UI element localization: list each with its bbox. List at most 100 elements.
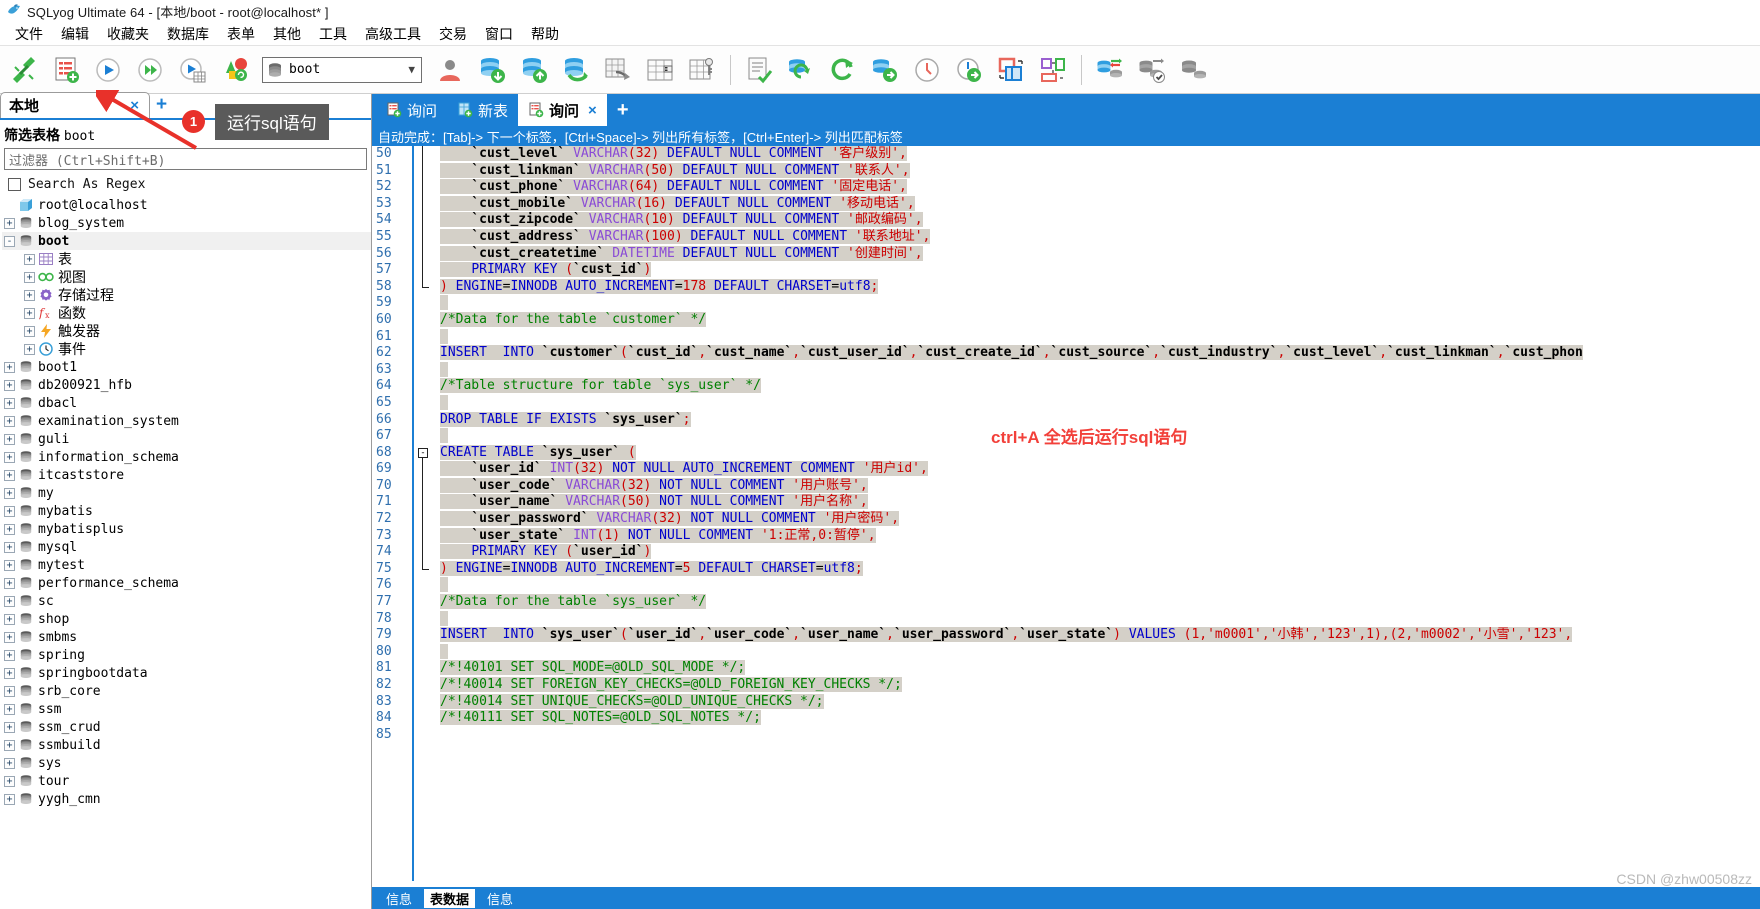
- tab-new-table[interactable]: 新表: [447, 94, 518, 126]
- fold-toggle-icon[interactable]: -: [418, 447, 428, 458]
- tree-node-shop[interactable]: + shop: [2, 610, 371, 628]
- tree-node-mybatis[interactable]: + mybatis: [2, 502, 371, 520]
- expand-icon[interactable]: +: [24, 307, 35, 319]
- tree-node-sc[interactable]: + sc: [2, 592, 371, 610]
- expand-icon[interactable]: +: [4, 559, 15, 571]
- expand-icon[interactable]: +: [4, 685, 15, 697]
- expand-icon[interactable]: +: [4, 451, 15, 463]
- tree-node-mysql[interactable]: + mysql: [2, 538, 371, 556]
- collapse-icon[interactable]: -: [4, 235, 15, 247]
- refresh-icon[interactable]: [823, 50, 863, 90]
- tree-node--[interactable]: + 存储过程: [2, 286, 371, 304]
- expand-icon[interactable]: +: [4, 775, 15, 787]
- code-line[interactable]: `user_state` INT(1) NOT NULL COMMENT '1:…: [440, 527, 1760, 545]
- code-line[interactable]: PRIMARY KEY (`cust_id`): [440, 262, 1760, 279]
- expand-icon[interactable]: +: [4, 217, 15, 229]
- expand-icon[interactable]: +: [4, 739, 15, 751]
- search-as-regex-checkbox[interactable]: [8, 178, 21, 191]
- database-tree[interactable]: root@localhost + blog_system - boot + 表 + 视图 + 存储过…: [0, 196, 371, 808]
- tree-node-springbootdata[interactable]: + springbootdata: [2, 664, 371, 682]
- expand-icon[interactable]: +: [4, 523, 15, 535]
- tree-node-mytest[interactable]: + mytest: [2, 556, 371, 574]
- menu-edit[interactable]: 编辑: [52, 22, 98, 46]
- table-diagnostics-icon[interactable]: [739, 50, 779, 90]
- code-line[interactable]: [440, 610, 1760, 628]
- tree-node--[interactable]: + f x 函数: [2, 304, 371, 322]
- expand-icon[interactable]: +: [24, 271, 35, 283]
- data-sync-icon[interactable]: [1090, 50, 1130, 90]
- code-line[interactable]: [440, 727, 1760, 744]
- tree-node-dbacl[interactable]: + dbacl: [2, 394, 371, 412]
- code-line[interactable]: ) ENGINE=INNODB AUTO_INCREMENT=5 DEFAULT…: [440, 560, 1760, 578]
- tree-node-ssmbuild[interactable]: + ssmbuild: [2, 736, 371, 754]
- tree-node-performance_schema[interactable]: + performance_schema: [2, 574, 371, 592]
- menu-table[interactable]: 表单: [218, 22, 264, 46]
- code-line[interactable]: `cust_address` VARCHAR(100) DEFAULT NULL…: [440, 228, 1760, 246]
- expand-icon[interactable]: +: [24, 343, 35, 355]
- search-as-regex-row[interactable]: Search As Regex: [0, 170, 371, 196]
- code-line[interactable]: INSERT INTO `sys_user`(`user_id`,`user_c…: [440, 627, 1760, 644]
- execute-all-queries-icon[interactable]: [130, 50, 170, 90]
- code-line[interactable]: [440, 328, 1760, 346]
- expand-icon[interactable]: +: [4, 397, 15, 409]
- user-manager-icon[interactable]: [430, 50, 470, 90]
- tree-node-mybatisplus[interactable]: + mybatisplus: [2, 520, 371, 538]
- expand-icon[interactable]: +: [4, 595, 15, 607]
- tree-node-root-localhost[interactable]: root@localhost: [2, 196, 371, 214]
- code-fold-column[interactable]: -: [414, 146, 436, 881]
- tree-node-ssm_crud[interactable]: + ssm_crud: [2, 718, 371, 736]
- code-line[interactable]: /*Data for the table `customer` */: [440, 311, 1760, 329]
- code-line[interactable]: [440, 295, 1760, 312]
- filter-input[interactable]: 过滤器 (Ctrl+Shift+B): [4, 148, 367, 170]
- export-as-csv-icon[interactable]: [598, 50, 638, 90]
- tree-node-yygh_cmn[interactable]: + yygh_cmn: [2, 790, 371, 808]
- tree-node-srb_core[interactable]: + srb_core: [2, 682, 371, 700]
- menu-database[interactable]: 数据库: [158, 22, 218, 46]
- expand-icon[interactable]: +: [4, 505, 15, 517]
- close-icon[interactable]: ×: [588, 102, 597, 119]
- code-line[interactable]: `user_code` VARCHAR(32) NOT NULL COMMENT…: [440, 477, 1760, 495]
- tree-node-sys[interactable]: + sys: [2, 754, 371, 772]
- expand-icon[interactable]: +: [24, 325, 35, 337]
- object-browser-layout-icon[interactable]: [1033, 50, 1073, 90]
- result-tab-table-data[interactable]: 表数据: [424, 888, 476, 908]
- tree-node--[interactable]: + 触发器: [2, 322, 371, 340]
- refresh-objects-icon[interactable]: [214, 50, 254, 90]
- import-external-data-icon[interactable]: [640, 50, 680, 90]
- code-line[interactable]: [440, 577, 1760, 594]
- expand-icon[interactable]: +: [4, 577, 15, 589]
- code-line[interactable]: [440, 394, 1760, 412]
- expand-icon[interactable]: +: [24, 289, 35, 301]
- code-line[interactable]: `cust_linkman` VARCHAR(50) DEFAULT NULL …: [440, 162, 1760, 180]
- code-line[interactable]: `cust_phone` VARCHAR(64) DEFAULT NULL CO…: [440, 179, 1760, 196]
- result-tab-info-2[interactable]: 信息: [481, 889, 519, 908]
- menu-favorites[interactable]: 收藏夹: [98, 22, 158, 46]
- tree-node--[interactable]: + 事件: [2, 340, 371, 358]
- code-line[interactable]: /*!40014 SET FOREIGN_KEY_CHECKS=@OLD_FOR…: [440, 677, 1760, 694]
- new-query-tab-icon[interactable]: [46, 50, 86, 90]
- export-database-icon[interactable]: [556, 50, 596, 90]
- expand-icon[interactable]: +: [4, 379, 15, 391]
- code-line[interactable]: `cust_createtime` DATETIME DEFAULT NULL …: [440, 245, 1760, 263]
- connection-tab-local[interactable]: 本地 ×: [0, 92, 150, 118]
- menu-window[interactable]: 窗口: [476, 22, 522, 46]
- tree-node-spring[interactable]: + spring: [2, 646, 371, 664]
- expand-icon[interactable]: +: [24, 253, 35, 265]
- expand-icon[interactable]: +: [4, 631, 15, 643]
- sql-editor[interactable]: 50 51 52 53 54 55 56 57 58 59 60 61 62 63 64 65 66 67 68 69…: [372, 146, 1760, 881]
- tab-query-1[interactable]: 询问: [376, 94, 447, 126]
- result-tab-info-1[interactable]: 信息: [380, 889, 418, 908]
- expand-icon[interactable]: +: [4, 757, 15, 769]
- expand-icon[interactable]: +: [4, 433, 15, 445]
- tree-node-tour[interactable]: + tour: [2, 772, 371, 790]
- code-line[interactable]: INSERT INTO `customer`(`cust_id`,`cust_n…: [440, 345, 1760, 362]
- tree-node-boot1[interactable]: + boot1: [2, 358, 371, 376]
- tree-node-blog_system[interactable]: + blog_system: [2, 214, 371, 232]
- sync-database-icon[interactable]: [865, 50, 905, 90]
- tree-node-smbms[interactable]: + smbms: [2, 628, 371, 646]
- expand-icon[interactable]: +: [4, 667, 15, 679]
- code-line[interactable]: /*Table structure for table `sys_user` *…: [440, 378, 1760, 395]
- code-line[interactable]: `user_password` VARCHAR(32) NOT NULL COM…: [440, 511, 1760, 528]
- code-line[interactable]: ) ENGINE=INNODB AUTO_INCREMENT=178 DEFAU…: [440, 278, 1760, 296]
- menu-tools[interactable]: 工具: [310, 22, 356, 46]
